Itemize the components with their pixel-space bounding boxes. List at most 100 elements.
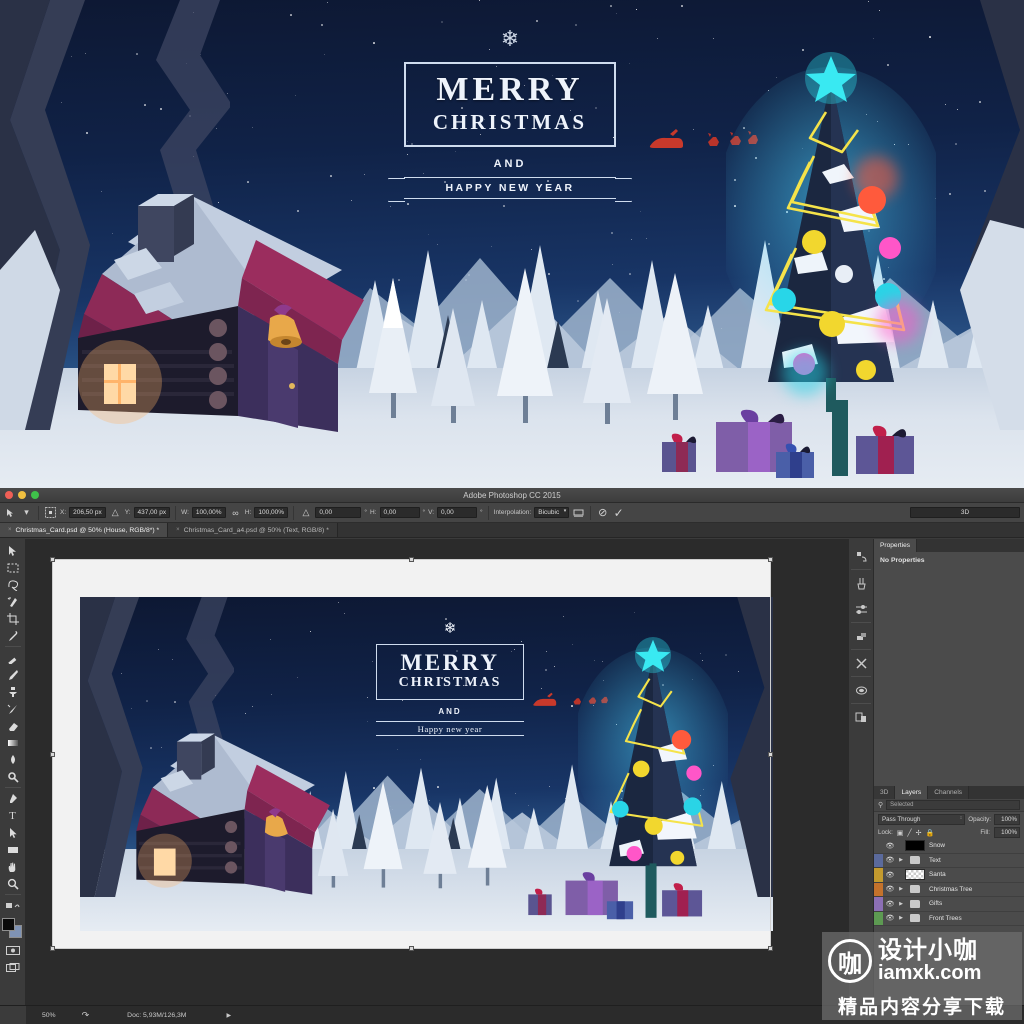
delta-icon[interactable]: △ — [109, 506, 122, 519]
transform-handle-br[interactable] — [768, 946, 773, 951]
chevron-right-icon[interactable]: ▶ — [897, 915, 905, 921]
lock-position-icon[interactable]: ✢ — [916, 829, 922, 837]
crop-tool-icon[interactable] — [2, 610, 24, 627]
tool-preset-icon[interactable]: ▾ — [20, 506, 33, 519]
layer-row[interactable]: 👁▶Front Trees — [874, 912, 1024, 927]
hand-tool-icon[interactable] — [2, 858, 24, 875]
edit-toolbar-icon[interactable] — [2, 897, 24, 914]
skew-v-input[interactable]: 0,00 — [437, 507, 477, 518]
layer-row[interactable]: 👁Snow — [874, 839, 1024, 854]
threed-field[interactable]: 3D — [910, 507, 1020, 518]
history-icon[interactable] — [850, 543, 872, 569]
history-brush-tool-icon[interactable] — [2, 700, 24, 717]
layer-filter-input[interactable]: Selected — [886, 800, 1020, 810]
lock-image-pixels-icon[interactable]: ╱ — [907, 829, 911, 837]
y-input[interactable]: 437,00 px — [134, 507, 171, 518]
layer-thumbnail[interactable] — [905, 884, 925, 895]
warp-mode-icon[interactable] — [572, 506, 585, 519]
h-input[interactable]: 100,00% — [254, 507, 288, 518]
clone-stamp-tool-icon[interactable] — [2, 683, 24, 700]
eye-icon[interactable]: 👁 — [883, 885, 897, 893]
lasso-tool-icon[interactable] — [2, 576, 24, 593]
zoom-level[interactable]: 50% — [42, 1012, 56, 1019]
layer-color-tag[interactable] — [874, 897, 883, 911]
eraser-tool-icon[interactable] — [2, 717, 24, 734]
layer-color-tag[interactable] — [874, 854, 883, 868]
blur-tool-icon[interactable] — [2, 751, 24, 768]
layer-color-tag[interactable] — [874, 868, 883, 882]
chevron-right-icon[interactable]: ▶ — [897, 901, 905, 907]
expand-arrow-icon[interactable]: ▶ — [226, 1012, 231, 1019]
libraries-icon[interactable] — [850, 704, 872, 730]
layer-thumbnail[interactable] — [905, 913, 925, 924]
transform-handle-ml[interactable] — [50, 752, 55, 757]
rectangle-tool-icon[interactable] — [2, 841, 24, 858]
layer-row[interactable]: 👁▶Gifts — [874, 897, 1024, 912]
brushes-icon[interactable] — [850, 570, 872, 596]
eye-icon[interactable]: 👁 — [883, 856, 897, 864]
foreground-color-swatch[interactable] — [2, 918, 15, 931]
layer-row[interactable]: 👁▶Christmas Tree — [874, 883, 1024, 898]
screen-mode-icon[interactable] — [2, 959, 24, 976]
gradient-tool-icon[interactable] — [2, 734, 24, 751]
horizontal-type-tool-icon[interactable]: T — [2, 807, 24, 824]
skew-h-input[interactable]: 0,00 — [380, 507, 420, 518]
commit-transform-icon[interactable]: ✓ — [612, 506, 625, 519]
layer-thumbnail[interactable] — [905, 855, 925, 866]
quick-mask-icon[interactable] — [2, 942, 24, 959]
transform-handle-bl[interactable] — [50, 946, 55, 951]
color-icon[interactable] — [850, 677, 872, 703]
reference-point-icon[interactable] — [44, 506, 57, 519]
filter-search-icon[interactable]: ⚲ — [878, 801, 883, 809]
rectangular-marquee-tool-icon[interactable] — [2, 559, 24, 576]
share-icon[interactable]: ↷ — [82, 1010, 90, 1021]
layer-color-tag[interactable] — [874, 912, 883, 926]
layer-thumbnail[interactable] — [905, 869, 925, 880]
document-tab-0[interactable]: ×Christmas_Card.psd @ 50% (House, RGB/8*… — [0, 523, 168, 537]
canvas-area[interactable]: ❄ MERRY CHRISTMAS AND Happy new year — [26, 539, 848, 1005]
close-tab-icon[interactable]: × — [176, 527, 180, 533]
layer-color-tag[interactable] — [874, 883, 883, 897]
styles-icon[interactable] — [850, 623, 872, 649]
color-swatches[interactable] — [2, 918, 24, 938]
lock-all-icon[interactable]: 🔒 — [926, 829, 935, 837]
w-input[interactable]: 100,00% — [192, 507, 226, 518]
chevron-right-icon[interactable]: ▶ — [897, 886, 905, 892]
angle-input[interactable]: 0,00 — [315, 507, 361, 518]
cancel-transform-icon[interactable]: ⊘ — [596, 506, 609, 519]
brush-tool-icon[interactable] — [2, 666, 24, 683]
layer-color-tag[interactable] — [874, 839, 883, 853]
blend-mode-select[interactable]: Pass Through — [878, 814, 965, 825]
transform-handle-mr[interactable] — [768, 752, 773, 757]
zoom-tool-icon[interactable] — [2, 875, 24, 892]
adjustments-icon[interactable] — [850, 596, 872, 622]
dodge-tool-icon[interactable] — [2, 768, 24, 785]
document-tab-1[interactable]: ×Christmas_Card_a4.psd @ 50% (Text, RGB/… — [168, 523, 338, 537]
angle-icon[interactable]: △ — [299, 506, 312, 519]
quick-selection-tool-icon[interactable] — [2, 593, 24, 610]
tab-3d[interactable]: 3D — [874, 786, 895, 799]
healing-brush-tool-icon[interactable] — [2, 649, 24, 666]
close-tab-icon[interactable]: × — [8, 527, 12, 533]
layer-row[interactable]: 👁Santa — [874, 868, 1024, 883]
tab-properties[interactable]: Properties — [874, 539, 917, 552]
layer-row[interactable]: 👁▶Text — [874, 854, 1024, 869]
opacity-input[interactable]: 100% — [994, 814, 1020, 825]
eye-icon[interactable]: 👁 — [883, 900, 897, 908]
actions-icon[interactable] — [850, 650, 872, 676]
transform-handle-bc[interactable] — [409, 946, 414, 951]
transform-selection-box[interactable] — [52, 559, 771, 949]
eyedropper-tool-icon[interactable] — [2, 627, 24, 644]
eye-icon[interactable]: 👁 — [883, 871, 897, 879]
lock-transparent-pixels-icon[interactable]: ▣ — [897, 829, 904, 837]
layer-thumbnail[interactable] — [905, 898, 925, 909]
x-input[interactable]: 206,50 px — [69, 507, 106, 518]
transform-handle-tr[interactable] — [768, 557, 773, 562]
tab-channels[interactable]: Channels — [928, 786, 969, 799]
interpolation-select[interactable]: Bicubic — [534, 507, 569, 518]
transform-handle-tl[interactable] — [50, 557, 55, 562]
tab-layers[interactable]: Layers — [895, 786, 928, 799]
move-tool-icon[interactable] — [4, 506, 17, 519]
layer-thumbnail[interactable] — [905, 840, 925, 851]
eye-icon[interactable]: 👁 — [883, 914, 897, 922]
